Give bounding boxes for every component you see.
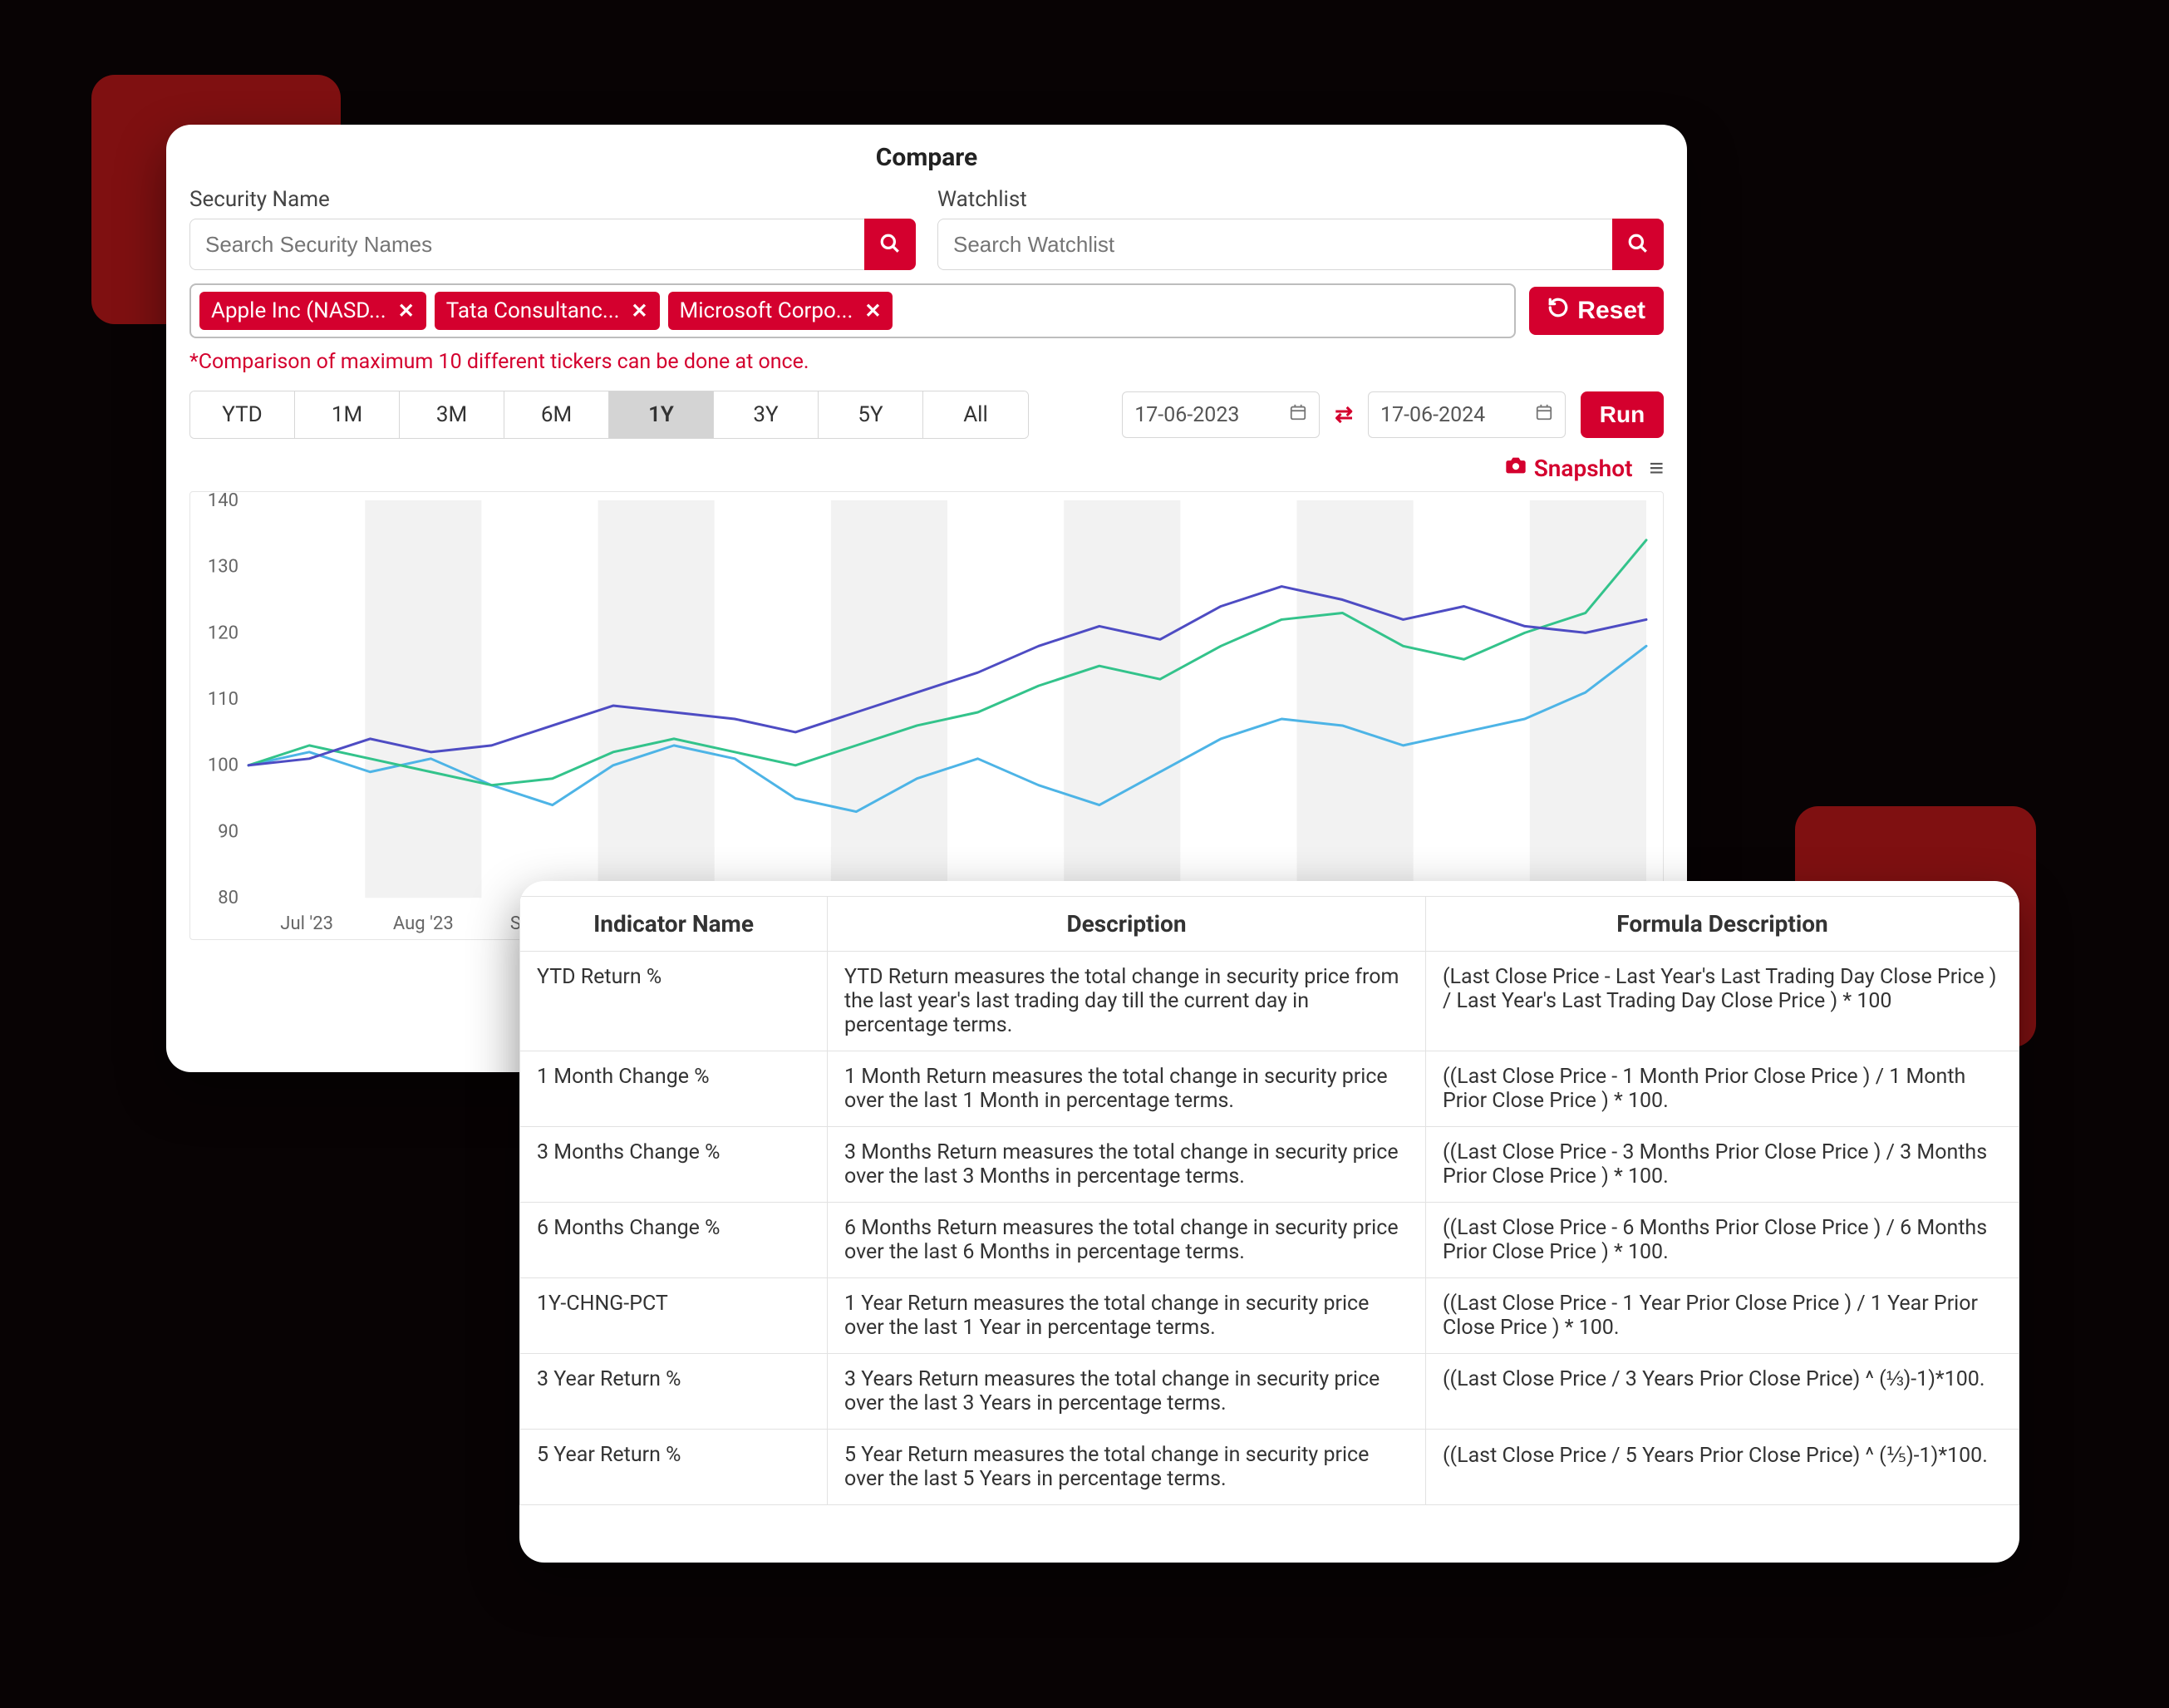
security-label: Security Name	[189, 187, 916, 212]
cell-formula: ((Last Close Price - 6 Months Prior Clos…	[1426, 1203, 2019, 1278]
security-search-button[interactable]	[864, 219, 916, 270]
svg-text:140: 140	[208, 492, 239, 511]
col-description: Description	[828, 897, 1426, 952]
table-header-row: Indicator Name Description Formula Descr…	[520, 897, 2019, 952]
security-search-block: Security Name	[189, 187, 916, 270]
range-all[interactable]: All	[923, 391, 1028, 438]
cell-name: 6 Months Change %	[520, 1203, 828, 1278]
cell-formula: ((Last Close Price - 3 Months Prior Clos…	[1426, 1127, 2019, 1203]
cell-name: 1Y-CHNG-PCT	[520, 1278, 828, 1354]
cell-formula: ((Last Close Price / 5 Years Prior Close…	[1426, 1430, 2019, 1505]
search-icon	[879, 233, 901, 257]
camera-icon	[1504, 454, 1527, 483]
range-3y[interactable]: 3Y	[714, 391, 819, 438]
cell-name: 1 Month Change %	[520, 1051, 828, 1127]
range-ytd[interactable]: YTD	[190, 391, 295, 438]
cell-desc: 3 Months Return measures the total chang…	[828, 1127, 1426, 1203]
date-to-input[interactable]: 17-06-2024	[1368, 391, 1566, 438]
exchange-icon: ⇄	[1335, 402, 1353, 427]
indicators-table-card: Indicator Name Description Formula Descr…	[519, 881, 2019, 1563]
chart-menu-icon[interactable]: ≡	[1649, 454, 1664, 483]
svg-text:110: 110	[208, 689, 239, 710]
table-row: 1Y-CHNG-PCT 1 Year Return measures the t…	[520, 1278, 2019, 1354]
close-icon[interactable]: ✕	[864, 299, 881, 322]
table-row: 3 Months Change % 3 Months Return measur…	[520, 1127, 2019, 1203]
range-1m[interactable]: 1M	[295, 391, 400, 438]
ticker-chip[interactable]: Tata Consultanc... ✕	[435, 292, 660, 330]
cell-desc: 5 Year Return measures the total change …	[828, 1430, 1426, 1505]
ticker-chip[interactable]: Microsoft Corpo... ✕	[668, 292, 893, 330]
watchlist-search-block: Watchlist	[937, 187, 1664, 270]
date-to-value: 17-06-2024	[1380, 403, 1485, 427]
snapshot-row: Snapshot ≡	[189, 454, 1664, 483]
svg-text:120: 120	[208, 623, 239, 643]
chip-label: Tata Consultanc...	[446, 298, 620, 323]
max-tickers-note: *Comparison of maximum 10 different tick…	[189, 350, 1664, 374]
calendar-icon	[1535, 403, 1553, 427]
range-row: YTD1M3M6M1Y3Y5YAll 17-06-2023 ⇄ 17-06-20…	[189, 391, 1664, 439]
security-search-input[interactable]	[189, 219, 864, 270]
reset-icon	[1547, 297, 1569, 325]
range-segment-group: YTD1M3M6M1Y3Y5YAll	[189, 391, 1029, 439]
cell-desc: 1 Year Return measures the total change …	[828, 1278, 1426, 1354]
svg-text:100: 100	[208, 756, 239, 776]
range-6m[interactable]: 6M	[504, 391, 609, 438]
chip-label: Apple Inc (NASD...	[211, 298, 386, 323]
reset-button[interactable]: Reset	[1529, 287, 1664, 335]
watchlist-label: Watchlist	[937, 187, 1664, 212]
table-row: 6 Months Change % 6 Months Return measur…	[520, 1203, 2019, 1278]
table-row: 5 Year Return % 5 Year Return measures t…	[520, 1430, 2019, 1505]
svg-text:80: 80	[218, 888, 239, 908]
snapshot-button[interactable]: Snapshot	[1504, 454, 1633, 483]
cell-desc: YTD Return measures the total change in …	[828, 952, 1426, 1051]
cell-formula: (Last Close Price - Last Year's Last Tra…	[1426, 952, 2019, 1051]
svg-text:Aug '23: Aug '23	[393, 913, 454, 934]
cell-formula: ((Last Close Price - 1 Month Prior Close…	[1426, 1051, 2019, 1127]
close-icon[interactable]: ✕	[398, 299, 415, 322]
col-indicator-name: Indicator Name	[520, 897, 828, 952]
cell-desc: 3 Years Return measures the total change…	[828, 1354, 1426, 1430]
cell-formula: ((Last Close Price - 1 Year Prior Close …	[1426, 1278, 2019, 1354]
run-button[interactable]: Run	[1581, 391, 1664, 438]
cell-name: 5 Year Return %	[520, 1430, 828, 1505]
calendar-icon	[1289, 403, 1307, 427]
table-row: 1 Month Change % 1 Month Return measures…	[520, 1051, 2019, 1127]
svg-text:90: 90	[218, 822, 239, 843]
search-icon	[1627, 233, 1649, 257]
reset-label: Reset	[1577, 297, 1645, 325]
watchlist-search-button[interactable]	[1612, 219, 1664, 270]
date-from-input[interactable]: 17-06-2023	[1122, 391, 1320, 438]
page-title: Compare	[189, 143, 1664, 172]
table-row: 3 Year Return % 3 Years Return measures …	[520, 1354, 2019, 1430]
col-formula: Formula Description	[1426, 897, 2019, 952]
chips-container: Apple Inc (NASD...✕Tata Consultanc...✕Mi…	[189, 283, 1516, 338]
chips-row: Apple Inc (NASD...✕Tata Consultanc...✕Mi…	[189, 283, 1664, 338]
cell-name: 3 Months Change %	[520, 1127, 828, 1203]
indicators-table: Indicator Name Description Formula Descr…	[519, 896, 2019, 1505]
search-row: Security Name Watchlist	[189, 187, 1664, 270]
close-icon[interactable]: ✕	[631, 299, 647, 322]
watchlist-search-input[interactable]	[937, 219, 1612, 270]
comparison-chart[interactable]: 8090100110120130140Jul '23Aug '23Sep '23…	[189, 491, 1664, 940]
range-1y[interactable]: 1Y	[609, 391, 714, 438]
ticker-chip[interactable]: Apple Inc (NASD... ✕	[199, 292, 426, 330]
cell-desc: 1 Month Return measures the total change…	[828, 1051, 1426, 1127]
table-row: YTD Return % YTD Return measures the tot…	[520, 952, 2019, 1051]
cell-name: 3 Year Return %	[520, 1354, 828, 1430]
range-3m[interactable]: 3M	[400, 391, 504, 438]
cell-desc: 6 Months Return measures the total chang…	[828, 1203, 1426, 1278]
cell-formula: ((Last Close Price / 3 Years Prior Close…	[1426, 1354, 2019, 1430]
cell-name: YTD Return %	[520, 952, 828, 1051]
svg-text:Jul '23: Jul '23	[280, 913, 333, 934]
chip-label: Microsoft Corpo...	[680, 298, 853, 323]
date-from-value: 17-06-2023	[1134, 403, 1239, 427]
range-5y[interactable]: 5Y	[819, 391, 923, 438]
snapshot-label: Snapshot	[1534, 455, 1633, 482]
svg-text:130: 130	[208, 557, 239, 578]
